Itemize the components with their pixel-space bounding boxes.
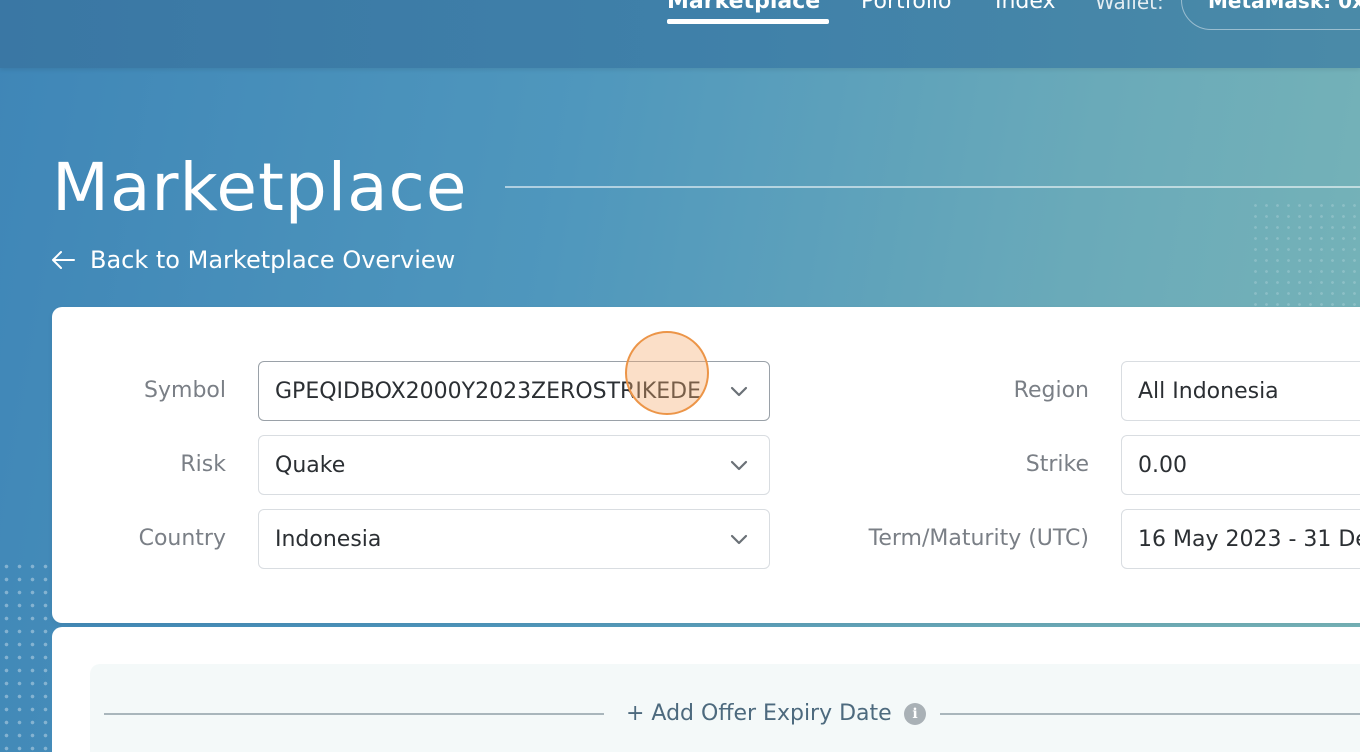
back-link-label: Back to Marketplace Overview [90, 246, 456, 274]
nav-item-portfolio[interactable]: Portfolio [861, 0, 952, 16]
add-offer-expiry-button[interactable]: + Add Offer Expiry Date [626, 698, 892, 730]
title-divider [505, 186, 1360, 188]
symbol-value: GPEQIDBOX2000Y2023ZEROSTRIKEDE [275, 379, 701, 404]
chevron-down-icon [730, 386, 748, 397]
offer-card [52, 627, 1360, 752]
offer-divider-left [104, 713, 604, 715]
page-title: Marketplace [52, 149, 468, 226]
symbol-label: Symbol [144, 378, 226, 403]
strike-label: Strike [1025, 452, 1089, 477]
risk-select[interactable]: Quake [258, 435, 770, 495]
region-select[interactable]: All Indonesia [1121, 361, 1360, 421]
decorative-dots-left [0, 560, 60, 752]
symbol-select[interactable]: GPEQIDBOX2000Y2023ZEROSTRIKEDE [258, 361, 770, 421]
term-maturity-value: 16 May 2023 - 31 Dec 2023 [1138, 527, 1360, 552]
decorative-dots-right [1250, 200, 1360, 310]
arrow-left-icon [52, 251, 75, 269]
wallet-label: Wallet: [1095, 0, 1164, 14]
nav-item-index[interactable]: Index [995, 0, 1056, 16]
wallet-button-label: MetaMask: 0x [1208, 0, 1360, 13]
term-maturity-label: Term/Maturity (UTC) [868, 526, 1089, 551]
region-label: Region [1013, 378, 1089, 403]
chevron-down-icon [730, 534, 748, 545]
strike-field[interactable]: 0.00 [1121, 435, 1360, 495]
risk-value: Quake [275, 453, 346, 478]
chevron-down-icon [730, 460, 748, 471]
nav-active-indicator [667, 19, 829, 24]
region-value: All Indonesia [1138, 379, 1279, 404]
strike-value: 0.00 [1138, 453, 1187, 478]
risk-label: Risk [180, 452, 226, 477]
top-navigation-bar: Marketplace Portfolio Index Wallet: Meta… [0, 0, 1360, 68]
country-label: Country [138, 526, 226, 551]
term-maturity-field[interactable]: 16 May 2023 - 31 Dec 2023 [1121, 509, 1360, 569]
wallet-connect-button[interactable]: MetaMask: 0x [1181, 0, 1360, 30]
offer-divider-right [940, 713, 1360, 715]
back-to-overview-link[interactable]: Back to Marketplace Overview [50, 244, 455, 276]
nav-item-marketplace[interactable]: Marketplace [667, 0, 820, 16]
info-icon[interactable]: i [904, 703, 926, 725]
country-value: Indonesia [275, 527, 382, 552]
country-select[interactable]: Indonesia [258, 509, 770, 569]
